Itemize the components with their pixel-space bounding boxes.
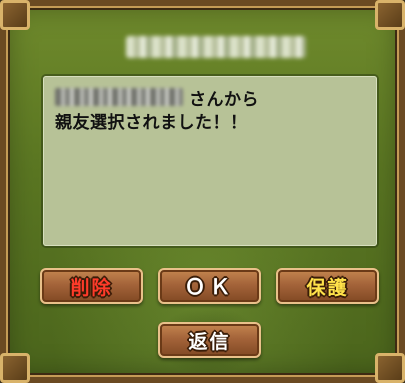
frame-corner-ornament [0,353,30,383]
message-body: 親友選択されました！！ [55,113,248,133]
sender-name-redacted [126,36,306,58]
ok-button[interactable]: ＯＫ [158,268,261,304]
reply-button-label: 返信 [188,330,231,353]
protect-button-label: 保護 [306,276,349,299]
message-box: さんから 親友選択されました！！ [43,76,377,246]
message-suffix: さんから [189,89,259,110]
mail-dialog: さんから 親友選択されました！！ 削除 ＯＫ 保護 返信 [0,0,405,383]
ok-button-label: ＯＫ [184,275,235,299]
message-line-2: 親友選択されました！！ [55,108,248,133]
protect-button[interactable]: 保護 [276,268,379,304]
friend-name-redacted [55,88,183,106]
delete-button[interactable]: 削除 [40,268,143,304]
message-line-1: さんから [55,86,259,110]
frame-corner-ornament [0,0,30,30]
frame-corner-ornament [375,0,405,30]
delete-button-label: 削除 [70,276,113,299]
frame-corner-ornament [375,353,405,383]
reply-button[interactable]: 返信 [158,322,261,358]
